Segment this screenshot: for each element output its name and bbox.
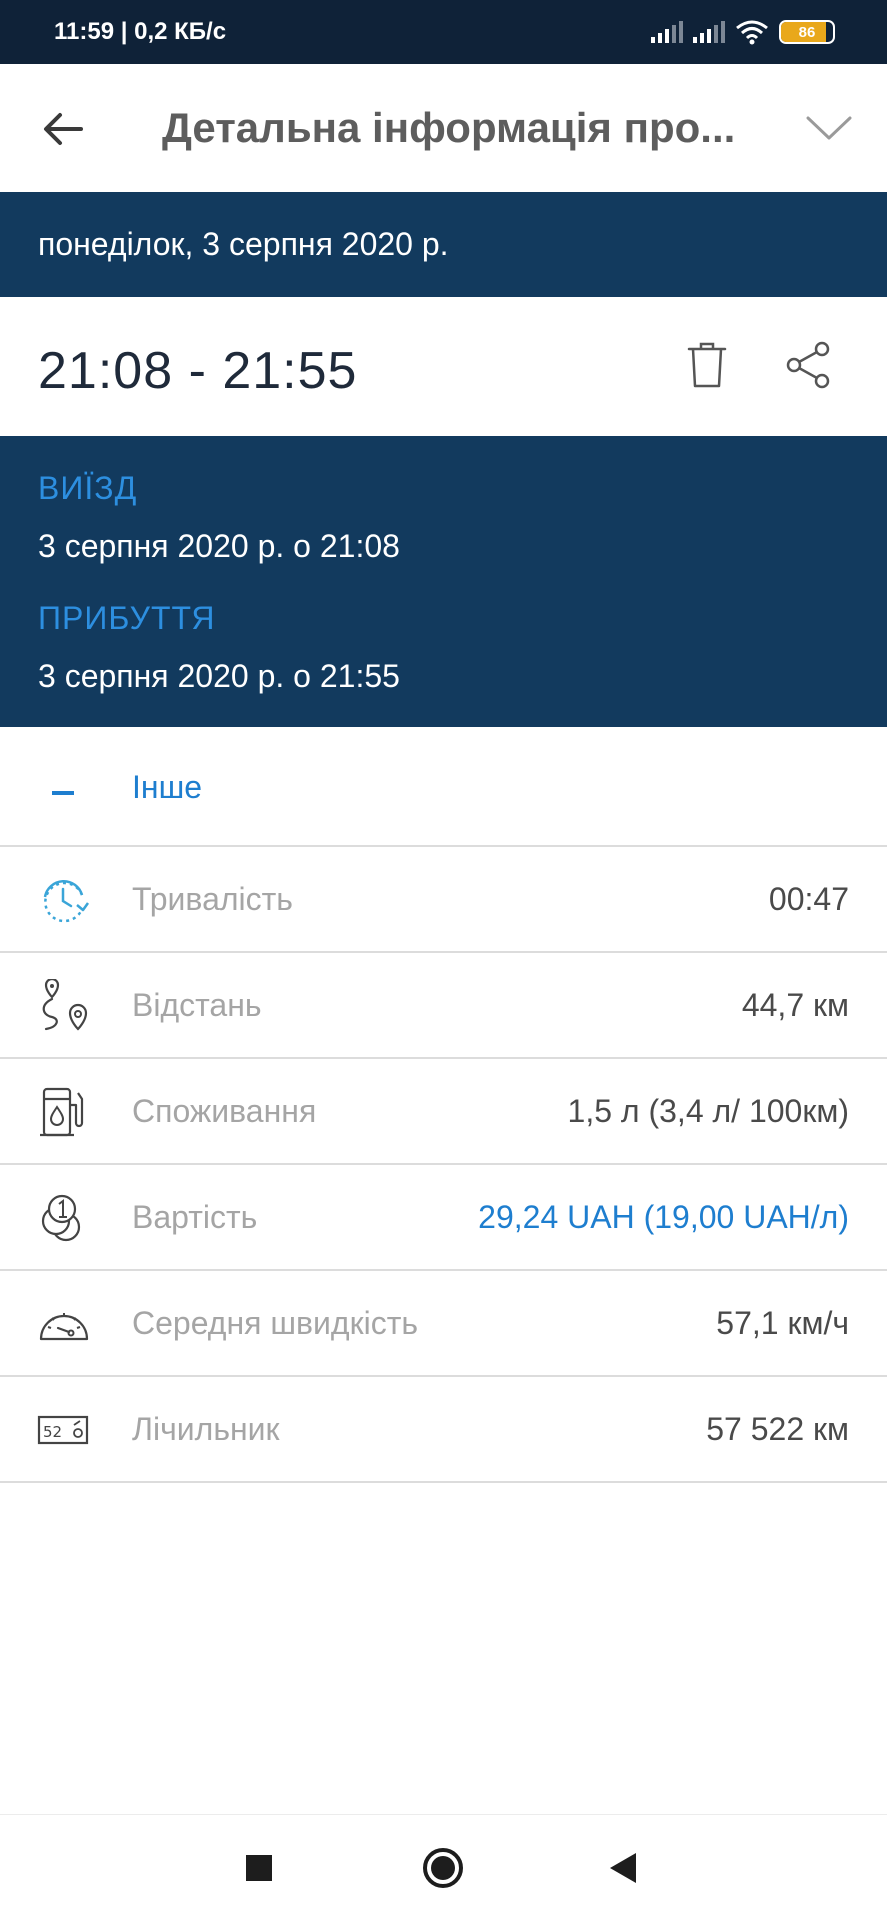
arrival-value: 3 серпня 2020 р. о 21:55 (38, 658, 400, 694)
detail-label: Середня швидкість (132, 1305, 419, 1341)
detail-label: Вартість (132, 1199, 258, 1235)
clock-icon (43, 879, 90, 923)
share-button[interactable] (784, 341, 836, 393)
status-bar: 11:59 | 0,2 КБ/с 86 (0, 0, 887, 64)
detail-value: 00:47 (768, 881, 849, 917)
battery-icon: 86 (779, 20, 835, 44)
trash-icon (687, 342, 727, 388)
battery-level: 86 (798, 23, 816, 41)
detail-row-distance: Відстань 44,7 км (0, 953, 887, 1059)
app-header: Детальна інформація про... (0, 64, 887, 192)
detail-value: 57,1 км/ч (716, 1305, 849, 1341)
time-row: 21:08 - 21:55 (0, 297, 887, 436)
route-icon (42, 979, 88, 1031)
system-nav-bar (0, 1814, 887, 1920)
detail-label: Лічильник (132, 1411, 280, 1447)
minus-icon (52, 791, 74, 795)
expand-button[interactable] (801, 106, 857, 150)
page-title: Детальна інформація про... (162, 104, 736, 151)
coins-icon (41, 1194, 81, 1242)
date-banner: понеділок, 3 серпня 2020 р. (0, 192, 887, 297)
system-back-button[interactable] (610, 1853, 636, 1883)
wifi-icon (736, 20, 768, 45)
section-toggle-other[interactable]: Інше (0, 727, 887, 847)
home-button[interactable] (423, 1848, 463, 1888)
home-icon (431, 1856, 455, 1880)
trip-summary: ВИЇЗД 3 серпня 2020 р. о 21:08 ПРИБУТТЯ … (0, 436, 887, 727)
detail-row-duration: Тривалість 00:47 (0, 847, 887, 953)
departure-label: ВИЇЗД (38, 470, 138, 506)
detail-row-cost: Вартість 29,24 UAH (19,00 UAH/л) (0, 1165, 887, 1271)
back-button[interactable] (38, 104, 88, 154)
signal-icon (651, 21, 683, 43)
details-list: Тривалість 00:47 Відстань 44,7 км Спожив… (0, 847, 887, 1483)
recent-apps-button[interactable] (246, 1855, 272, 1881)
odometer-icon: 52 (37, 1415, 89, 1445)
detail-row-average-speed: Середня швидкість 57,1 км/ч (0, 1271, 887, 1377)
fuel-pump-icon (40, 1087, 84, 1137)
detail-row-odometer: 52 Лічильник 57 522 км (0, 1377, 887, 1483)
signal-icon-2 (693, 21, 725, 43)
section-label: Інше (132, 769, 203, 805)
detail-value: 57 522 км (706, 1411, 849, 1447)
detail-row-consumption: Споживання 1,5 л (3,4 л/ 100км) (0, 1059, 887, 1165)
detail-label: Тривалість (132, 881, 293, 917)
departure-value: 3 серпня 2020 р. о 21:08 (38, 528, 400, 564)
share-icon (786, 341, 830, 389)
speedometer-icon (39, 1313, 89, 1341)
trip-date: понеділок, 3 серпня 2020 р. (38, 226, 449, 262)
arrow-left-icon (44, 113, 83, 145)
arrival-label: ПРИБУТТЯ (38, 600, 216, 636)
chevron-down-icon (806, 116, 852, 140)
detail-value: 1,5 л (3,4 л/ 100км) (567, 1093, 849, 1129)
detail-value: 44,7 км (741, 987, 849, 1023)
delete-button[interactable] (686, 341, 736, 393)
svg-text:52: 52 (43, 1423, 62, 1441)
detail-label: Споживання (132, 1093, 317, 1129)
time-range: 21:08 - 21:55 (38, 342, 358, 400)
detail-value: 29,24 UAH (19,00 UAH/л) (478, 1199, 849, 1235)
detail-label: Відстань (132, 987, 262, 1023)
status-time: 11:59 | 0,2 КБ/с (54, 18, 227, 45)
status-icons: 86 (651, 19, 835, 45)
